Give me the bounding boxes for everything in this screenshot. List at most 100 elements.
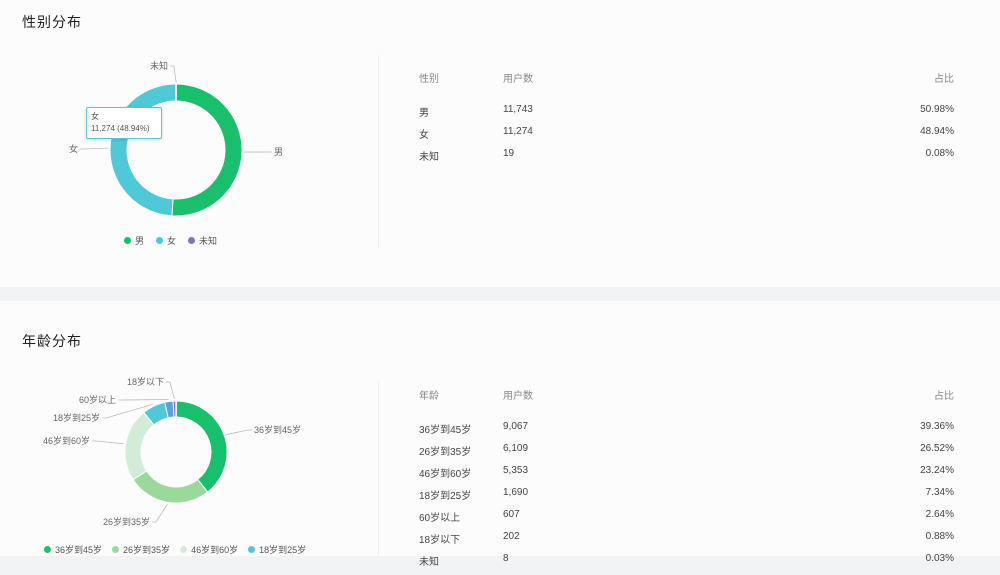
cell-users: 5,353 xyxy=(503,465,528,476)
table-row: 女 11,274 48.94% xyxy=(419,126,954,148)
cell-age: 18岁以下 xyxy=(419,531,460,546)
table-row: 男 11,743 50.98% xyxy=(419,104,954,126)
slice-label: 未知 xyxy=(150,60,168,71)
table-header: 性别 用户数 占比 xyxy=(419,70,954,104)
slice-label: 18岁到25岁 xyxy=(53,412,100,423)
cell-ratio: 0.08% xyxy=(926,148,954,159)
legend-dot xyxy=(44,546,51,553)
table-row: 46岁到60岁 5,353 23.24% xyxy=(419,465,954,487)
cell-ratio: 0.88% xyxy=(926,531,954,542)
label-line xyxy=(166,382,174,399)
cell-ratio: 26.52% xyxy=(920,443,954,454)
cell-users: 9,067 xyxy=(503,421,528,432)
cell-users: 202 xyxy=(503,531,520,542)
slice-1[interactable] xyxy=(172,84,242,216)
legend-label: 46岁到60岁 xyxy=(191,543,238,556)
cell-age: 18岁到25岁 xyxy=(419,487,471,502)
cell-ratio: 48.94% xyxy=(920,126,954,137)
label-line xyxy=(92,441,124,444)
cell-age: 未知 xyxy=(419,553,439,568)
cell-age: 60岁以上 xyxy=(419,509,460,524)
label-line xyxy=(152,504,167,522)
slice-label: 46岁到60岁 xyxy=(43,435,90,446)
slice-label: 女 xyxy=(69,143,78,154)
legend-label: 男 xyxy=(135,234,144,247)
table-row: 36岁到45岁 9,067 39.36% xyxy=(419,421,954,443)
cell-ratio: 39.36% xyxy=(920,421,954,432)
legend-label: 女 xyxy=(167,234,176,247)
table-row: 18岁到25岁 1,690 7.34% xyxy=(419,487,954,509)
slice-1[interactable] xyxy=(176,401,227,492)
age-donut-chart: 36岁到45岁26岁到35岁46岁到60岁18岁到25岁60岁以上18岁以下 xyxy=(0,301,380,556)
cell-ratio: 7.34% xyxy=(926,487,954,498)
legend-item-46-60[interactable]: 46岁到60岁 xyxy=(180,543,238,556)
legend-dot xyxy=(180,546,187,553)
slice-label: 36岁到45岁 xyxy=(254,424,301,435)
legend-label: 26岁到35岁 xyxy=(123,543,170,556)
legend-item-male[interactable]: 男 xyxy=(124,234,144,247)
header-ratio: 占比 xyxy=(934,387,954,402)
gender-legend: 男 女 未知 xyxy=(124,234,229,247)
table-row: 26岁到35岁 6,109 26.52% xyxy=(419,443,954,465)
cell-users: 11,743 xyxy=(503,104,533,115)
slice-label: 60岁以上 xyxy=(79,394,116,405)
legend-label: 18岁到25岁 xyxy=(259,543,306,556)
tooltip-value: 11,274 (48.94%) xyxy=(91,123,157,135)
legend-item-26-35[interactable]: 26岁到35岁 xyxy=(112,543,170,556)
legend-dot xyxy=(188,237,195,244)
slice-3[interactable] xyxy=(176,84,177,101)
cell-ratio: 2.64% xyxy=(926,509,954,520)
cell-gender: 未知 xyxy=(419,148,439,163)
header-age: 年龄 xyxy=(419,387,439,402)
slice-2[interactable] xyxy=(110,84,176,216)
header-ratio: 占比 xyxy=(934,70,954,85)
table-row: 18岁以下 202 0.88% xyxy=(419,531,954,553)
slice-label: 男 xyxy=(274,147,283,157)
divider xyxy=(378,381,379,556)
legend-label: 未知 xyxy=(199,234,217,247)
cell-age: 46岁到60岁 xyxy=(419,465,471,480)
slice-2[interactable] xyxy=(133,471,207,503)
cell-ratio: 50.98% xyxy=(920,104,954,115)
cell-gender: 女 xyxy=(419,126,429,141)
cell-ratio: 23.24% xyxy=(920,465,954,476)
legend-item-unknown[interactable]: 未知 xyxy=(188,234,217,247)
legend-item-18-25[interactable]: 18岁到25岁 xyxy=(248,543,306,556)
slice-label: 26岁到35岁 xyxy=(103,516,150,527)
cell-users: 19 xyxy=(503,148,514,159)
slice-3[interactable] xyxy=(125,412,154,479)
table-header: 年龄 用户数 占比 xyxy=(419,387,954,421)
legend-dot xyxy=(156,237,163,244)
age-legend: 36岁到45岁 26岁到35岁 46岁到60岁 18岁到25岁 xyxy=(44,543,316,556)
age-card: 年龄分布 36岁到45岁26岁到35岁46岁到60岁18岁到25岁60岁以上18… xyxy=(0,301,1000,556)
cell-users: 607 xyxy=(503,509,520,520)
cell-gender: 男 xyxy=(419,104,429,119)
label-line xyxy=(170,66,176,82)
legend-label: 36岁到45岁 xyxy=(55,543,102,556)
legend-dot xyxy=(248,546,255,553)
label-line xyxy=(226,430,252,435)
gender-tooltip: 女 11,274 (48.94%) xyxy=(86,107,162,139)
legend-item-36-45[interactable]: 36岁到45岁 xyxy=(44,543,102,556)
header-users: 用户数 xyxy=(503,387,533,402)
legend-dot xyxy=(124,237,131,244)
divider xyxy=(378,55,379,247)
tooltip-label: 女 xyxy=(91,111,157,123)
header-users: 用户数 xyxy=(503,70,533,85)
slice-7[interactable] xyxy=(176,401,177,417)
age-table: 年龄 用户数 占比 36岁到45岁 9,067 39.36% 26岁到35岁 6… xyxy=(419,387,954,575)
legend-item-female[interactable]: 女 xyxy=(156,234,176,247)
legend-dot xyxy=(112,546,119,553)
cell-users: 1,690 xyxy=(503,487,528,498)
table-row: 未知 8 0.03% xyxy=(419,553,954,575)
header-gender: 性别 xyxy=(419,70,439,85)
table-row: 未知 19 0.08% xyxy=(419,148,954,170)
cell-users: 6,109 xyxy=(503,443,528,454)
cell-users: 11,274 xyxy=(503,126,533,137)
cell-age: 36岁到45岁 xyxy=(419,421,471,436)
label-line xyxy=(80,148,108,149)
gender-card: 性别分布 男女未知 女 11,274 (48.94%) 男 女 未知 性别 用户… xyxy=(0,0,1000,287)
cell-users: 8 xyxy=(503,553,509,564)
table-row: 60岁以上 607 2.64% xyxy=(419,509,954,531)
gender-table: 性别 用户数 占比 男 11,743 50.98% 女 11,274 48.94… xyxy=(419,70,954,170)
